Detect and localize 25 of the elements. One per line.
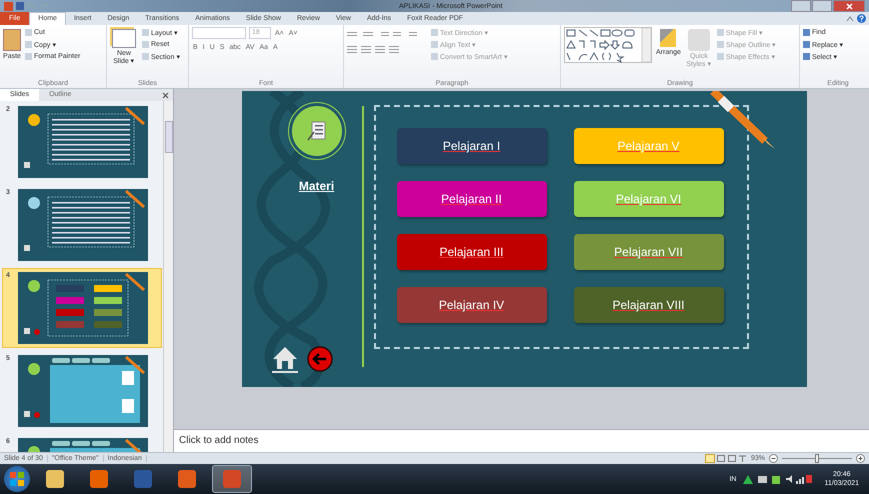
lesson-button[interactable]: Pelajaran VIII bbox=[574, 287, 724, 323]
zoom-out-button[interactable] bbox=[769, 454, 778, 463]
minimize-button[interactable] bbox=[791, 0, 811, 12]
close-icon[interactable] bbox=[162, 92, 169, 98]
shapes-gallery[interactable] bbox=[564, 27, 652, 63]
font-name-field[interactable] bbox=[192, 27, 246, 39]
start-button[interactable] bbox=[4, 466, 30, 492]
checklist-icon[interactable] bbox=[288, 103, 344, 159]
lesson-button[interactable]: Pelajaran VII bbox=[574, 234, 724, 270]
tray-icons[interactable] bbox=[742, 473, 812, 485]
lesson-button[interactable]: Pelajaran IV bbox=[396, 287, 546, 323]
collapse-ribbon-icon[interactable] bbox=[846, 14, 854, 22]
zoom-handle[interactable] bbox=[815, 454, 819, 463]
notes-field[interactable]: Click to add notes bbox=[174, 429, 869, 452]
scroll-bar[interactable] bbox=[163, 101, 173, 452]
view-buttons-icon[interactable] bbox=[704, 454, 747, 463]
lesson-button[interactable]: Pelajaran I bbox=[396, 128, 546, 164]
slide-heading[interactable]: Materi bbox=[298, 179, 334, 193]
lesson-button[interactable]: Pelajaran III bbox=[396, 234, 546, 270]
close-button[interactable] bbox=[833, 0, 865, 12]
home-icon[interactable] bbox=[270, 345, 298, 373]
maximize-button[interactable] bbox=[812, 0, 832, 12]
help-icon[interactable] bbox=[857, 14, 866, 23]
lesson-button[interactable]: Pelajaran II bbox=[396, 181, 546, 217]
zoom-in-button[interactable] bbox=[856, 454, 865, 463]
